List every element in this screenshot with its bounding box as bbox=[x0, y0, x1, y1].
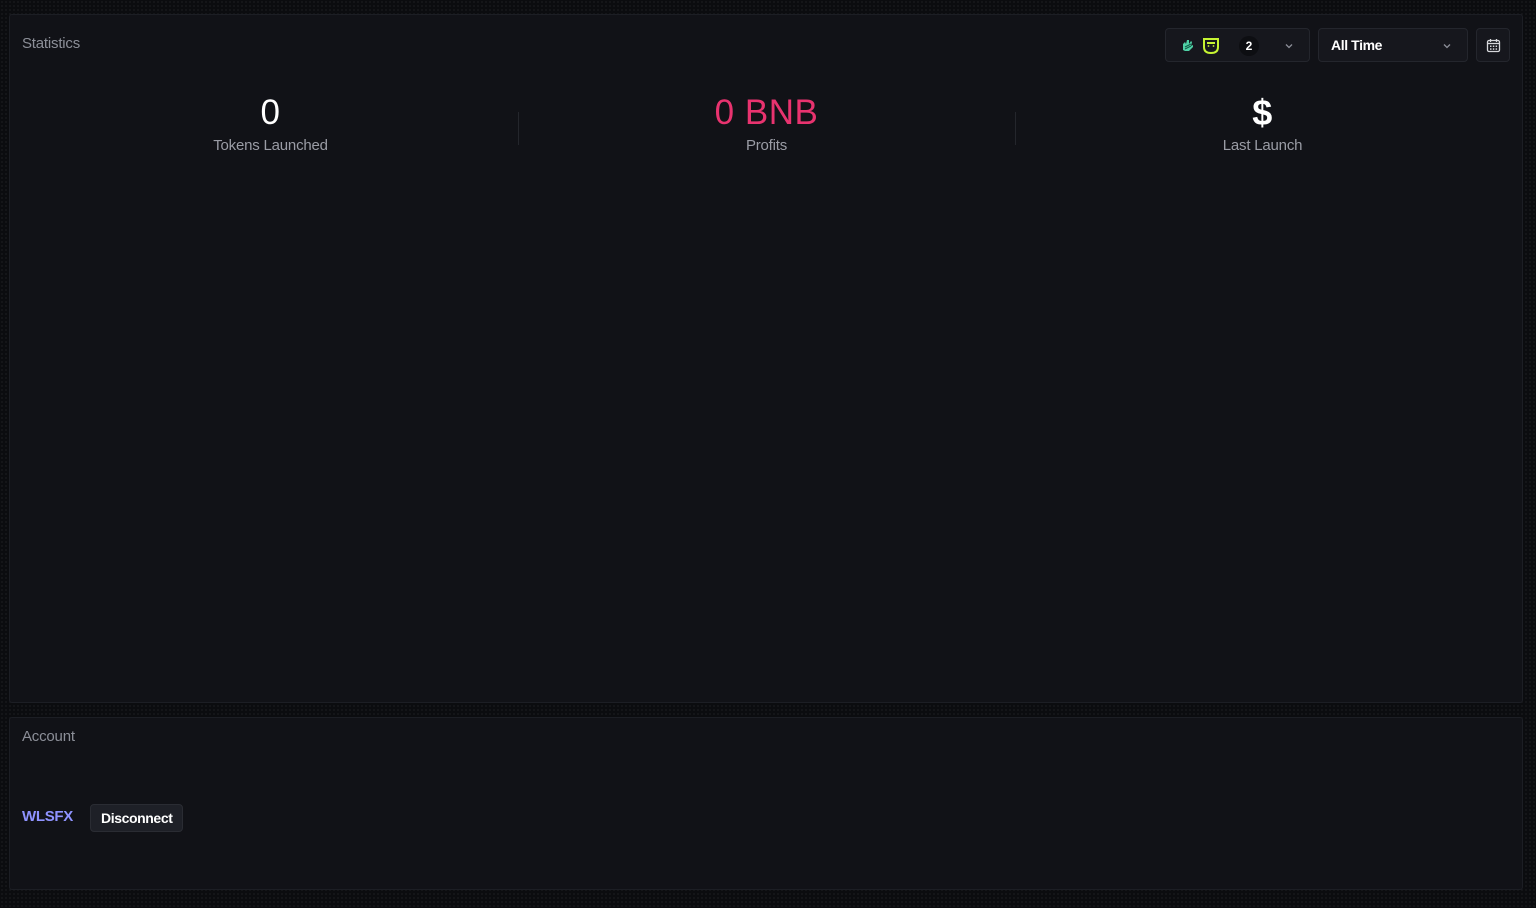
chain-select[interactable]: 2 bbox=[1165, 28, 1310, 62]
stat-label: Tokens Launched bbox=[213, 137, 328, 154]
calendar-button[interactable] bbox=[1476, 28, 1510, 62]
statistics-panel: Statistics 2 All Time 0 Tokens Launched … bbox=[9, 14, 1523, 703]
stat-last-launch: $ Last Launch bbox=[1014, 92, 1511, 155]
account-title: Account bbox=[22, 728, 75, 745]
account-panel: Account WLSFX Disconnect bbox=[9, 717, 1523, 890]
stat-label: Last Launch bbox=[1222, 137, 1303, 154]
stat-profits: 0 BNB Profits bbox=[518, 93, 1015, 154]
stat-tokens-launched: 0 Tokens Launched bbox=[22, 93, 519, 154]
stat-value: 0 BNB bbox=[714, 93, 819, 132]
chevron-down-icon bbox=[1443, 44, 1451, 49]
time-range-select[interactable]: All Time bbox=[1318, 28, 1468, 62]
stat-value: $ bbox=[1252, 92, 1273, 133]
account-name: WLSFX bbox=[22, 808, 73, 825]
chevron-down-icon bbox=[1285, 44, 1293, 49]
time-range-value: All Time bbox=[1331, 37, 1383, 53]
chain-count-badge: 2 bbox=[1239, 36, 1259, 56]
disconnect-button[interactable]: Disconnect bbox=[90, 804, 184, 832]
stat-value: 0 bbox=[260, 93, 281, 132]
stat-label: Profits bbox=[745, 137, 788, 154]
blockchain-hand-icon bbox=[1183, 40, 1193, 51]
statistics-title: Statistics bbox=[22, 35, 81, 52]
calendar-icon bbox=[1486, 39, 1501, 53]
smiley-chain-icon bbox=[1203, 38, 1219, 54]
